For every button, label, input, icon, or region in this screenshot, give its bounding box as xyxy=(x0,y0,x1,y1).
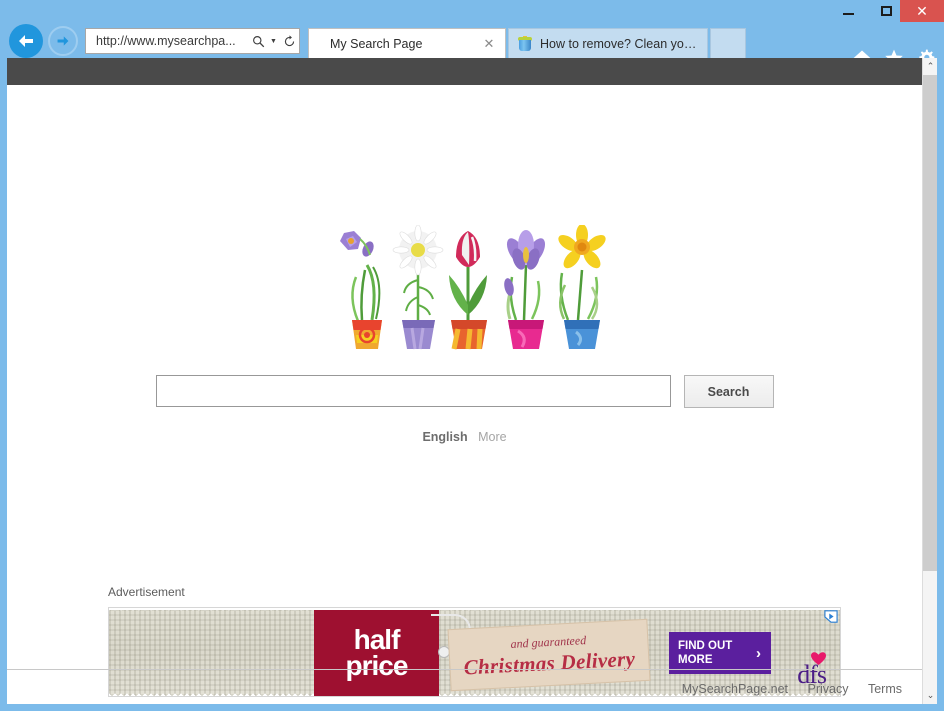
title-bar: ✕ xyxy=(0,0,944,22)
ad-find-out-more-button[interactable]: FIND OUT MORE › xyxy=(669,632,771,674)
language-more-link[interactable]: More xyxy=(478,430,506,444)
adchoices-icon[interactable] xyxy=(824,610,838,623)
tab-title: How to remove? Clean your co... xyxy=(540,36,699,51)
ad-christmas-tag: and guaranteed Christmas Delivery xyxy=(447,618,651,692)
new-tab-button[interactable] xyxy=(710,28,746,58)
forward-button[interactable] xyxy=(48,26,78,56)
address-bar-url: http://www.mysearchpa... xyxy=(96,34,236,48)
ad-tag-line-2: price xyxy=(345,650,409,681)
search-input[interactable] xyxy=(155,375,671,407)
search-form: Search xyxy=(7,375,922,408)
browser-window: ✕ http://www.mysearchpa... ▼ My Search P… xyxy=(0,0,944,711)
forward-arrow-icon xyxy=(57,36,69,46)
ad-half-price-tag: half price xyxy=(314,610,439,696)
minimize-button[interactable] xyxy=(828,0,868,22)
address-bar[interactable]: http://www.mysearchpa... ▼ xyxy=(85,28,300,54)
ad-cta-line-1: FIND OUT xyxy=(678,639,733,652)
advertisement-label: Advertisement xyxy=(108,585,185,599)
footer-terms-link[interactable]: Terms xyxy=(868,682,902,696)
language-selector: English More xyxy=(7,430,922,444)
chevron-right-icon: › xyxy=(756,644,761,662)
scrollbar-thumb[interactable] xyxy=(923,75,937,571)
tab-how-to-remove[interactable]: How to remove? Clean your co... xyxy=(508,28,708,58)
language-english-link[interactable]: English xyxy=(422,430,467,444)
page-viewport: Search English More Advertisement half p… xyxy=(7,58,937,704)
minimize-icon xyxy=(842,13,854,15)
tab-close-icon[interactable]: ✕ xyxy=(481,36,497,52)
footer-divider xyxy=(7,669,922,670)
scroll-up-arrow-icon[interactable]: ⌃ xyxy=(923,58,937,75)
ad-cta-line-2: MORE xyxy=(678,654,713,666)
close-window-button[interactable]: ✕ xyxy=(900,0,944,22)
back-button[interactable] xyxy=(9,24,43,58)
vertical-scrollbar[interactable]: ⌃ ⌄ xyxy=(922,58,937,704)
refresh-icon[interactable] xyxy=(279,28,299,54)
footer-site-link[interactable]: MySearchPage.net xyxy=(682,682,788,696)
navigation-bar: http://www.mysearchpa... ▼ My Search Pag… xyxy=(0,22,944,67)
tab-my-search-page[interactable]: My Search Page ✕ xyxy=(308,28,506,58)
page-footer: MySearchPage.net Privacy Terms xyxy=(666,682,902,696)
back-arrow-icon xyxy=(19,35,33,47)
recycle-bin-icon xyxy=(517,35,533,52)
potted-flowers-illustration xyxy=(339,225,606,350)
ad-zigzag-top-edge xyxy=(109,608,840,613)
close-icon: ✕ xyxy=(916,2,928,19)
scroll-down-arrow-icon[interactable]: ⌄ xyxy=(923,687,937,704)
search-button[interactable]: Search xyxy=(683,375,774,408)
advertisement-block: Advertisement half price and guaranteed … xyxy=(108,585,843,697)
ad-kraft-line-2: Christmas Delivery xyxy=(463,646,636,679)
tab-title: My Search Page xyxy=(330,36,423,51)
window-bottom-border xyxy=(0,704,944,711)
footer-privacy-link[interactable]: Privacy xyxy=(808,682,849,696)
page-top-dark-bar xyxy=(7,58,922,85)
chevron-down-icon[interactable]: ▼ xyxy=(268,38,279,45)
page-body: Search English More Advertisement half p… xyxy=(7,85,922,704)
flowers-logo xyxy=(7,225,922,355)
search-icon[interactable] xyxy=(248,28,268,54)
maximize-icon xyxy=(880,6,892,16)
